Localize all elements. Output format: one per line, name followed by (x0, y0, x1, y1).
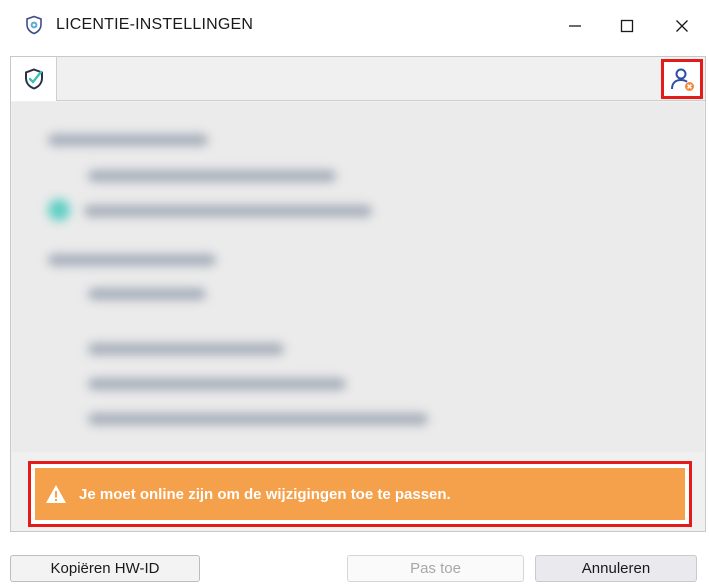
warning-banner: Je moet online zijn om de wijzigingen to… (35, 468, 685, 520)
close-button[interactable] (655, 0, 709, 52)
panel-toolbar (11, 57, 705, 101)
blurred-line (84, 205, 372, 217)
blurred-status-dot (48, 199, 70, 221)
blurred-line (88, 288, 206, 300)
copy-hwid-button[interactable]: Kopiëren HW-ID (10, 555, 200, 582)
maximize-button[interactable] (600, 0, 654, 52)
maximize-icon (620, 19, 634, 33)
blurred-line (88, 378, 346, 390)
warning-highlight: Je moet online zijn om de wijzigingen to… (28, 461, 692, 527)
blurred-line (48, 134, 208, 146)
license-details-blurred (12, 102, 704, 452)
app-shield-icon (26, 15, 42, 35)
blurred-line (88, 343, 284, 355)
window-title: LICENTIE-INSTELLINGEN (56, 16, 254, 33)
blurred-line (48, 254, 216, 266)
blurred-line (88, 170, 336, 182)
cancel-button[interactable]: Annuleren (535, 555, 697, 582)
warning-triangle-icon (46, 485, 66, 503)
minimize-button[interactable] (548, 0, 602, 52)
title-bar: LICENTIE-INSTELLINGEN (0, 0, 709, 52)
close-icon (676, 20, 688, 32)
blurred-line (88, 413, 428, 425)
blurred-content (12, 102, 704, 452)
settings-panel: Je moet online zijn om de wijzigingen to… (10, 56, 706, 532)
tab-license[interactable] (11, 57, 57, 101)
minimize-icon (569, 25, 581, 27)
warning-message: Je moet online zijn om de wijzigingen to… (79, 485, 451, 503)
user-account-button[interactable] (661, 59, 703, 99)
apply-button[interactable]: Pas toe (347, 555, 524, 582)
shield-check-icon (24, 68, 43, 90)
user-error-icon (671, 68, 694, 91)
